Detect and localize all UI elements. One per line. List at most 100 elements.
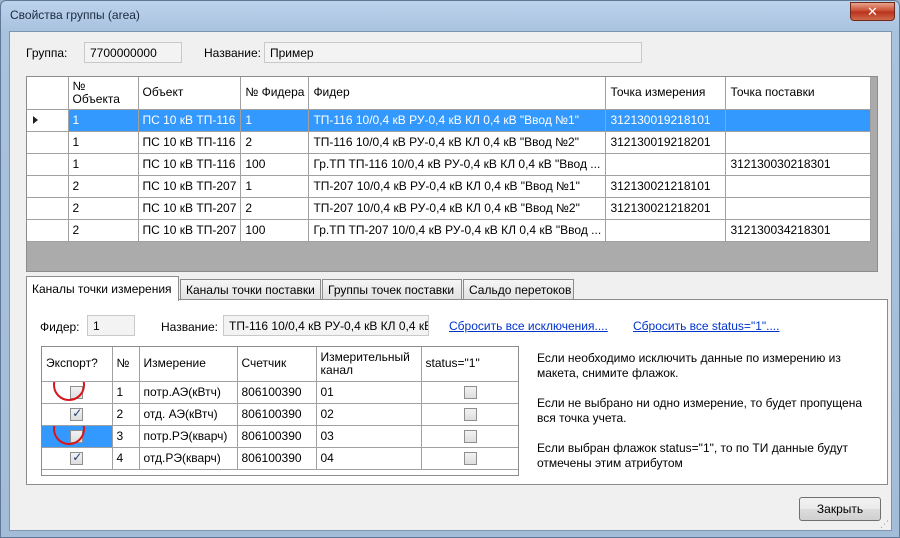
channel-row[interactable]: 2отд. АЭ(кВтч)80610039002 xyxy=(42,403,518,426)
row-header[interactable] xyxy=(27,175,69,198)
cell-object-number[interactable]: 1 xyxy=(68,131,139,154)
row-header[interactable] xyxy=(27,219,69,242)
column-header-number[interactable]: № xyxy=(112,347,140,382)
cell-measurement-point[interactable]: 312130019218101 xyxy=(605,109,727,132)
cell-measurement[interactable]: потр.РЭ(кварч) xyxy=(139,425,238,448)
cell-meter[interactable]: 806100390 xyxy=(237,381,317,404)
cell-measurement[interactable]: потр.АЭ(кВтч) xyxy=(139,381,238,404)
cell-feeder[interactable]: ТП-207 10/0,4 кВ РУ-0,4 кВ КЛ 0,4 кВ "Вв… xyxy=(308,175,607,198)
cell-feeder-number[interactable]: 2 xyxy=(240,131,310,154)
cell-feeder-number[interactable]: 100 xyxy=(240,219,310,242)
cell-meter[interactable]: 806100390 xyxy=(237,403,317,426)
status-checkbox[interactable] xyxy=(464,408,477,422)
channel-row[interactable]: 1 потр.АЭ(кВтч) 806100390 01 xyxy=(42,381,518,404)
cell-supply-point[interactable]: 312130034218301 xyxy=(725,219,872,242)
cell-number[interactable]: 1 xyxy=(112,381,140,404)
cell-measurement-point[interactable] xyxy=(605,153,727,176)
cell-measurement-point[interactable] xyxy=(605,219,727,242)
cell-object-number[interactable]: 1 xyxy=(68,109,139,132)
object-row[interactable]: 2 ПС 10 кВ ТП-207 100 Гр.ТП ТП-207 10/0,4 к… xyxy=(27,219,872,242)
column-header-measurement[interactable]: Измерение xyxy=(139,347,238,382)
status-checkbox[interactable] xyxy=(464,386,477,400)
object-row[interactable]: 1 ПС 10 кВ ТП-116 100 Гр.ТП ТП-116 10/0,4 к… xyxy=(27,153,872,176)
cell-measurement[interactable]: отд. АЭ(кВтч) xyxy=(139,403,238,426)
export-checkbox[interactable] xyxy=(70,450,84,466)
tab-flow-balance[interactable]: Сальдо перетоков xyxy=(463,279,574,300)
column-header-supply-point[interactable]: Точка поставки xyxy=(725,77,872,110)
tab-supply-groups[interactable]: Группы точек поставки xyxy=(322,279,462,300)
cell-object[interactable]: ПС 10 кВ ТП-207 xyxy=(138,197,242,220)
cell-meter[interactable]: 806100390 xyxy=(237,425,317,448)
column-header-object[interactable]: Объект xyxy=(138,77,242,110)
cell-object[interactable]: ПС 10 кВ ТП-116 xyxy=(138,153,242,176)
object-row[interactable]: 1 ПС 10 кВ ТП-116 2 ТП-116 10/0,4 кВ РУ-0,4… xyxy=(27,131,872,154)
export-checkbox[interactable] xyxy=(70,430,84,444)
status-checkbox[interactable] xyxy=(464,430,477,444)
column-header-object-number[interactable]: № Объекта xyxy=(68,77,139,110)
object-row[interactable]: 1 ПС 10 кВ ТП-116 1 ТП-116 10/0,4 кВ РУ-0,4… xyxy=(27,109,872,132)
cell-object[interactable]: ПС 10 кВ ТП-116 xyxy=(138,109,242,132)
objects-grid[interactable]: № Объекта Объект № Фидера Фидер Точка из… xyxy=(26,76,878,272)
cell-supply-point[interactable] xyxy=(725,131,872,154)
cell-object-number[interactable]: 2 xyxy=(68,219,139,242)
export-checkbox[interactable] xyxy=(70,406,84,422)
reset-status-link[interactable]: Сбросить все status="1".... xyxy=(633,319,779,333)
cell-feeder-number[interactable]: 1 xyxy=(240,109,310,132)
row-header[interactable] xyxy=(27,109,69,132)
cell-feeder[interactable]: Гр.ТП ТП-116 10/0,4 кВ РУ-0,4 кВ КЛ 0,4 … xyxy=(308,153,607,176)
cell-number[interactable]: 2 xyxy=(112,403,140,426)
reset-exclusions-link[interactable]: Сбросить все исключения.... xyxy=(449,319,608,333)
column-header-feeder[interactable]: Фидер xyxy=(308,77,607,110)
name-field[interactable]: Пример xyxy=(264,42,642,63)
cell-object-number[interactable]: 1 xyxy=(68,153,139,176)
cell-channel[interactable]: 01 xyxy=(316,381,422,404)
cell-supply-point[interactable]: 312130030218301 xyxy=(725,153,872,176)
feeder-name-field[interactable]: ТП-116 10/0,4 кВ РУ-0,4 кВ КЛ 0,4 кВ xyxy=(223,315,429,336)
cell-channel[interactable]: 04 xyxy=(316,447,422,470)
cell-feeder[interactable]: ТП-116 10/0,4 кВ РУ-0,4 кВ КЛ 0,4 кВ "Вв… xyxy=(308,131,607,154)
column-header-channel[interactable]: Измерительный канал xyxy=(316,347,422,382)
status-checkbox[interactable] xyxy=(464,452,477,466)
cell-measurement-point[interactable]: 312130021218201 xyxy=(605,197,727,220)
cell-number[interactable]: 3 xyxy=(112,425,140,448)
feeder-field[interactable]: 1 xyxy=(87,315,135,336)
cell-object-number[interactable]: 2 xyxy=(68,197,139,220)
cell-object[interactable]: ПС 10 кВ ТП-207 xyxy=(138,219,242,242)
cell-feeder-number[interactable]: 2 xyxy=(240,197,310,220)
cell-channel[interactable]: 02 xyxy=(316,403,422,426)
tab-supply-channels[interactable]: Каналы точки поставки xyxy=(180,279,321,300)
cell-feeder-number[interactable]: 100 xyxy=(240,153,310,176)
object-row[interactable]: 2 ПС 10 кВ ТП-207 1 ТП-207 10/0,4 кВ РУ-0,4… xyxy=(27,175,872,198)
title-bar[interactable]: Свойства группы (area) ✕ xyxy=(1,1,900,31)
cell-supply-point[interactable] xyxy=(725,175,872,198)
column-header-export[interactable]: Экспорт? xyxy=(42,347,113,382)
export-checkbox[interactable] xyxy=(70,386,84,400)
cell-feeder-number[interactable]: 1 xyxy=(240,175,310,198)
cell-object[interactable]: ПС 10 кВ ТП-116 xyxy=(138,131,242,154)
cell-measurement-point[interactable]: 312130019218201 xyxy=(605,131,727,154)
cell-object-number[interactable]: 2 xyxy=(68,175,139,198)
row-header[interactable] xyxy=(27,197,69,220)
window-close-button[interactable]: ✕ xyxy=(850,2,895,21)
cell-meter[interactable]: 806100390 xyxy=(237,447,317,470)
cell-feeder[interactable]: Гр.ТП ТП-207 10/0,4 кВ РУ-0,4 кВ КЛ 0,4 … xyxy=(308,219,607,242)
row-header[interactable] xyxy=(27,131,69,154)
channel-row[interactable]: 4отд.РЭ(кварч)80610039004 xyxy=(42,447,518,470)
channel-row[interactable]: 3 потр.РЭ(кварч) 806100390 03 xyxy=(42,425,518,448)
cell-number[interactable]: 4 xyxy=(112,447,140,470)
column-header-measurement-point[interactable]: Точка измерения xyxy=(605,77,727,110)
cell-object[interactable]: ПС 10 кВ ТП-207 xyxy=(138,175,242,198)
group-field[interactable]: 7700000000 xyxy=(84,42,182,63)
resize-grip-icon[interactable]: ⋰ xyxy=(880,519,890,529)
column-header-meter[interactable]: Счетчик xyxy=(237,347,317,382)
tab-measurement-channels[interactable]: Каналы точки измерения xyxy=(26,276,179,301)
cell-channel[interactable]: 03 xyxy=(316,425,422,448)
cell-measurement-point[interactable]: 312130021218101 xyxy=(605,175,727,198)
column-header-feeder-number[interactable]: № Фидера xyxy=(240,77,310,110)
cell-measurement[interactable]: отд.РЭ(кварч) xyxy=(139,447,238,470)
cell-feeder[interactable]: ТП-116 10/0,4 кВ РУ-0,4 кВ КЛ 0,4 кВ "Вв… xyxy=(308,109,607,132)
close-button[interactable]: Закрыть xyxy=(799,497,881,521)
column-header-status[interactable]: status="1" xyxy=(421,347,518,382)
cell-supply-point[interactable] xyxy=(725,109,872,132)
channels-grid[interactable]: Экспорт? № Измерение Счетчик Измерительн… xyxy=(41,346,519,476)
